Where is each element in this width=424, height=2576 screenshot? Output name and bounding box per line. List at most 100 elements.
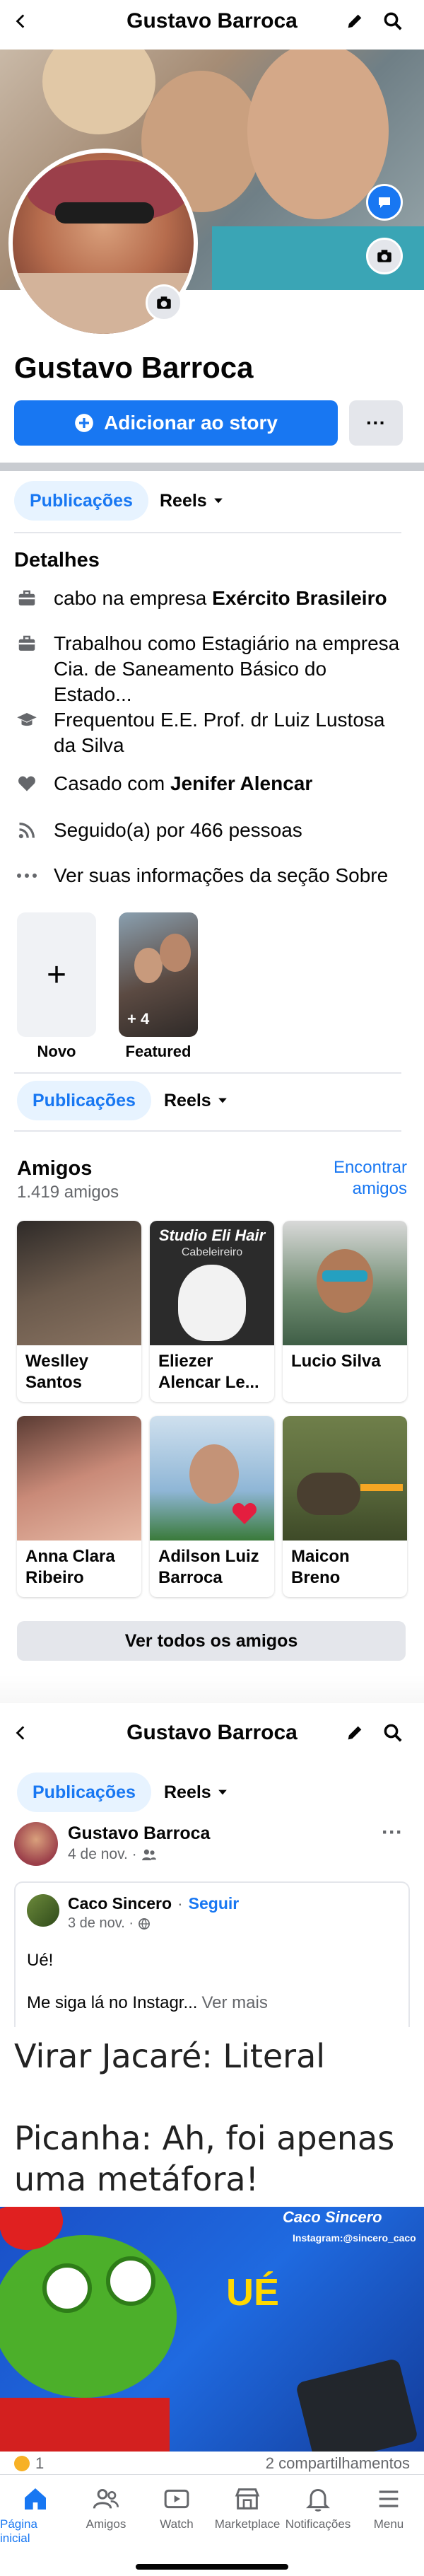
shared-author-name[interactable]: Caco Sincero [68, 1894, 172, 1913]
nav-label: Notificações [285, 2517, 351, 2531]
friend-card[interactable]: Studio Eli Hair Cabeleireiro Eliezer Ale… [150, 1221, 274, 1402]
chat-badge-icon[interactable] [366, 184, 403, 221]
back-arrow-icon[interactable] [6, 1717, 37, 1748]
detail-item-followers[interactable]: Seguido(a) por 466 pessoas [14, 818, 410, 843]
friend-photo: Studio Eli Hair Cabeleireiro [150, 1221, 274, 1345]
plus-circle-icon [75, 414, 93, 432]
cover-camera-icon[interactable] [366, 238, 403, 274]
friend-name: Weslley Santos [25, 1352, 88, 1392]
details-title: Detalhes [14, 549, 100, 572]
detail-item-past-work[interactable]: Trabalhou como Estagiário na empresa Cia… [14, 631, 410, 707]
meme-caption-1: Virar Jacaré: Literal [14, 2037, 326, 2075]
nav-label: Menu [373, 2517, 404, 2531]
heart-icon [14, 771, 40, 796]
tab-reels-secondary[interactable]: Reels [155, 1081, 238, 1120]
fade-strip [0, 1675, 424, 1703]
friend-name: Eliezer Alencar Le... [158, 1352, 259, 1392]
nav-notifications[interactable]: Notificações [283, 2485, 353, 2531]
briefcase-icon [14, 586, 40, 611]
nav-label: Watch [160, 2517, 194, 2531]
post-image[interactable]: Virar Jacaré: Literal Picanha: Ah, foi a… [0, 2027, 424, 2452]
detail-item-relationship[interactable]: Casado com Jenifer Alencar [14, 771, 410, 796]
friend-card[interactable]: Lucio Silva [283, 1221, 407, 1402]
tab-reels[interactable]: Reels [151, 481, 234, 521]
friend-card[interactable]: Weslley Santos [17, 1221, 141, 1402]
detail-text: Frequentou E.E. Prof. dr Luiz Lustosa da… [54, 709, 385, 756]
shared-post-card[interactable]: Caco Sincero · Seguir 3 de nov. · Ué! Me… [14, 1881, 410, 2027]
shares-count[interactable]: 2 compartilhamentos [240, 2454, 410, 2473]
heart-icon [232, 1503, 257, 1524]
page-title: Gustavo Barroca [126, 1721, 298, 1744]
shared-post-snippet: Me siga lá no Instagr... [27, 1993, 198, 2012]
photo-caption: Studio Eli Hair [158, 1226, 266, 1244]
friend-card[interactable]: Anna Clara Ribeiro [17, 1416, 141, 1597]
shared-author-row: Caco Sincero · Seguir [68, 1894, 239, 1913]
tab-reels-sticky[interactable]: Reels [155, 1773, 238, 1812]
red-shirt [0, 2398, 170, 2452]
frog-eye [42, 2263, 92, 2313]
detail-bold: Exército Brasileiro [212, 587, 387, 609]
more-options-button[interactable]: ··· [349, 400, 403, 446]
nav-home[interactable]: Página inicial [0, 2485, 71, 2546]
frog-eye [106, 2256, 155, 2306]
avatar-camera-icon[interactable] [146, 284, 182, 321]
tab-posts[interactable]: Publicações [14, 481, 148, 521]
follow-link[interactable]: Seguir [189, 1894, 240, 1913]
nav-marketplace[interactable]: Marketplace [212, 2485, 283, 2531]
back-arrow-icon[interactable] [6, 6, 37, 37]
tab-posts-sticky[interactable]: Publicações [17, 1773, 151, 1812]
reaction-count: 1 [35, 2454, 45, 2472]
nav-menu[interactable]: Menu [353, 2485, 424, 2531]
rss-icon [14, 818, 40, 843]
caret-down-icon [213, 498, 223, 504]
friend-name: Anna Clara Ribeiro [25, 1547, 115, 1587]
tab-posts-secondary[interactable]: Publicações [17, 1081, 151, 1120]
detail-item-education[interactable]: Frequentou E.E. Prof. dr Luiz Lustosa da… [14, 707, 410, 758]
bottom-nav: Página inicial Amigos Watch Marketplace … [0, 2474, 424, 2576]
friend-name: Lucio Silva [291, 1352, 381, 1371]
search-icon[interactable] [377, 1717, 408, 1748]
new-highlight-button[interactable]: + [17, 912, 96, 1037]
frog-head [0, 2235, 177, 2398]
friend-name: Adilson Luiz Barroca [158, 1547, 259, 1587]
meme-photo: Caco Sincero Instagram:@sincero_caco UÉ [0, 2207, 424, 2452]
pencil-icon[interactable] [339, 6, 370, 37]
sticky-top-bar: Gustavo Barroca [0, 1712, 424, 1754]
friend-card[interactable]: Maicon Breno [283, 1416, 407, 1597]
post-author-name[interactable]: Gustavo Barroca [68, 1823, 210, 1844]
shared-author-avatar[interactable] [27, 1894, 59, 1927]
find-friends-link[interactable]: Encontrar amigos [304, 1157, 407, 1200]
divider [14, 1072, 401, 1074]
post-author-avatar[interactable] [14, 1822, 58, 1866]
divider [14, 1130, 401, 1132]
detail-bold: Jenifer Alencar [170, 772, 313, 794]
featured-count: + 4 [127, 1010, 150, 1028]
new-highlight-label: Novo [37, 1043, 76, 1060]
phone-shape [295, 2357, 419, 2452]
friend-photo [17, 1416, 141, 1541]
detail-item-see-about[interactable]: Ver suas informações da seção Sobre [14, 863, 410, 888]
pencil-icon[interactable] [339, 1717, 370, 1748]
meme-handle: Instagram:@sincero_caco [293, 2232, 416, 2244]
detail-item-work[interactable]: cabo na empresa Exército Brasileiro [14, 586, 410, 611]
featured-highlight[interactable]: + 4 [119, 912, 198, 1037]
meme-brand: Caco Sincero [283, 2208, 382, 2226]
shared-post-meta: 3 de nov. · [68, 1915, 151, 1932]
separator-dot: · [177, 1894, 183, 1913]
see-all-friends-button[interactable]: Ver todos os amigos [17, 1621, 406, 1661]
caret-down-icon [218, 1789, 227, 1795]
post-options-icon[interactable]: ··· [382, 1821, 403, 1845]
page-title: Gustavo Barroca [126, 9, 298, 33]
add-to-story-button[interactable]: Adicionar ao story [14, 400, 338, 446]
search-icon[interactable] [377, 6, 408, 37]
friend-card[interactable]: Adilson Luiz Barroca [150, 1416, 274, 1597]
ellipsis-icon [14, 863, 40, 888]
marketplace-icon [235, 2488, 260, 2510]
nav-watch[interactable]: Watch [141, 2485, 212, 2531]
reactions-row[interactable]: 1 [14, 2454, 44, 2473]
see-more-link[interactable]: Ver mais [201, 1993, 267, 2013]
nav-friends[interactable]: Amigos [71, 2485, 141, 2531]
detail-text: cabo na empresa [54, 587, 213, 609]
section-divider [0, 463, 424, 471]
divider [14, 532, 401, 533]
